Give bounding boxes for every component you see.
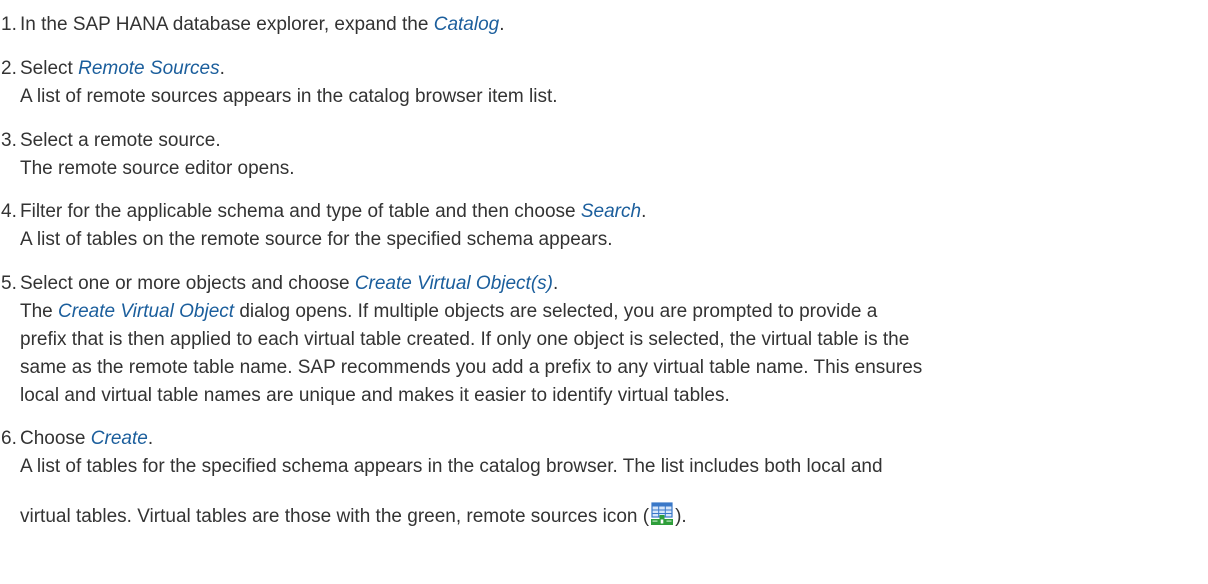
step-result: A list of remote sources appears in the … [20, 86, 558, 107]
step-text: Select one or more objects and choose [20, 273, 355, 294]
step-result-line: A list of tables for the specified schem… [20, 456, 883, 477]
step-result-line: virtual tables. Virtual tables are those… [20, 502, 687, 528]
step-text: Select [20, 58, 79, 79]
step-text: Select a remote source. [20, 130, 221, 151]
step-text: Filter for the applicable schema and typ… [20, 201, 581, 222]
remote-sources-icon [650, 502, 674, 526]
ui-term-catalog: Catalog [433, 14, 500, 35]
step-result: A list of tables on the remote source fo… [20, 229, 613, 250]
step-number: 3. [1, 130, 17, 151]
ui-term-search: Search [580, 201, 642, 222]
step-text: In the SAP HANA database explorer, expan… [20, 14, 434, 35]
step-result-line: local and virtual table names are unique… [20, 385, 730, 406]
step-result-line: prefix that is then applied to each virt… [20, 329, 910, 350]
step-number: 1. [1, 14, 17, 35]
ui-term-remote-sources: Remote Sources [78, 58, 220, 79]
ui-term-create-virtual-object: Create Virtual Object [58, 301, 235, 322]
step-number: 4. [1, 201, 17, 222]
step-text: Choose [20, 428, 91, 449]
ui-term-create: Create [90, 428, 148, 449]
step-result-line: same as the remote table name. SAP recom… [20, 357, 923, 378]
step-result: The Create Virtual Object dialog opens. … [20, 301, 878, 322]
step-number: 5. [1, 273, 17, 294]
step-result: The remote source editor opens. [20, 158, 295, 179]
step-number: 6. [1, 428, 17, 449]
remote-sources-icon-graphic [651, 502, 674, 525]
ui-term-create-virtual-objects: Create Virtual Object(s) [354, 273, 553, 294]
step-number: 2. [1, 58, 17, 79]
